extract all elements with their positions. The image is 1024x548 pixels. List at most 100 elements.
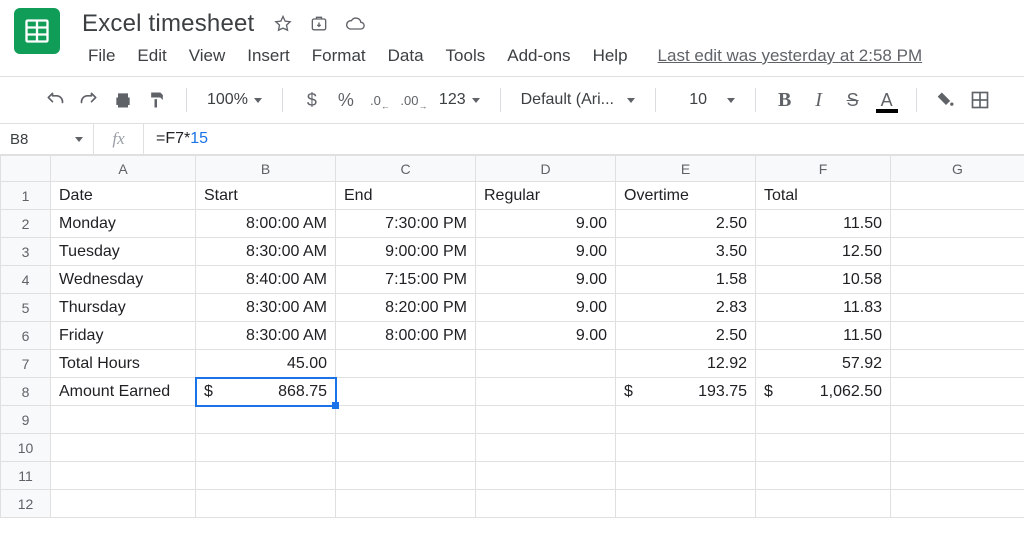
menu-file[interactable]: File	[78, 42, 125, 70]
row-header-8[interactable]: 8	[1, 378, 51, 406]
cell-C1[interactable]: End	[336, 182, 476, 210]
row-header-11[interactable]: 11	[1, 462, 51, 490]
cell-G1[interactable]	[891, 182, 1024, 210]
cell-A9[interactable]	[51, 406, 196, 434]
italic-button[interactable]: I	[804, 85, 834, 115]
row-header-6[interactable]: 6	[1, 322, 51, 350]
cell-C8[interactable]	[336, 378, 476, 406]
column-header-D[interactable]: D	[476, 156, 616, 182]
cell-F5[interactable]: 11.83	[756, 294, 891, 322]
paint-format-icon[interactable]	[142, 85, 172, 115]
undo-icon[interactable]	[40, 85, 70, 115]
cell-D5[interactable]: 9.00	[476, 294, 616, 322]
row-header-12[interactable]: 12	[1, 490, 51, 518]
cell-G7[interactable]	[891, 350, 1024, 378]
more-formats-button[interactable]: 123	[433, 87, 486, 113]
cell-G9[interactable]	[891, 406, 1024, 434]
cell-A6[interactable]: Friday	[51, 322, 196, 350]
cell-B2[interactable]: 8:00:00 AM	[196, 210, 336, 238]
cell-E5[interactable]: 2.83	[616, 294, 756, 322]
percent-button[interactable]: %	[331, 85, 361, 115]
menu-edit[interactable]: Edit	[127, 42, 176, 70]
cell-E4[interactable]: 1.58	[616, 266, 756, 294]
row-header-3[interactable]: 3	[1, 238, 51, 266]
spreadsheet-grid[interactable]: ABCDEFG 1DateStartEndRegularOvertimeTota…	[0, 155, 1024, 518]
cell-E11[interactable]	[616, 462, 756, 490]
cell-D8[interactable]	[476, 378, 616, 406]
select-all-corner[interactable]	[1, 156, 51, 182]
cell-G12[interactable]	[891, 490, 1024, 518]
cell-B8[interactable]: $868.75	[196, 378, 336, 406]
cell-B4[interactable]: 8:40:00 AM	[196, 266, 336, 294]
decrease-decimal-button[interactable]: .0←	[365, 85, 395, 115]
cell-B12[interactable]	[196, 490, 336, 518]
cell-B10[interactable]	[196, 434, 336, 462]
cell-E1[interactable]: Overtime	[616, 182, 756, 210]
cell-G2[interactable]	[891, 210, 1024, 238]
borders-button[interactable]	[965, 85, 995, 115]
menu-view[interactable]: View	[179, 42, 236, 70]
column-header-A[interactable]: A	[51, 156, 196, 182]
cell-F6[interactable]: 11.50	[756, 322, 891, 350]
cell-D9[interactable]	[476, 406, 616, 434]
cell-D3[interactable]: 9.00	[476, 238, 616, 266]
cell-F3[interactable]: 12.50	[756, 238, 891, 266]
cell-E7[interactable]: 12.92	[616, 350, 756, 378]
cell-F8[interactable]: $1,062.50	[756, 378, 891, 406]
cell-C6[interactable]: 8:00:00 PM	[336, 322, 476, 350]
move-icon[interactable]	[308, 13, 330, 35]
cell-B5[interactable]: 8:30:00 AM	[196, 294, 336, 322]
cell-E9[interactable]	[616, 406, 756, 434]
font-size-select[interactable]: 10	[670, 87, 741, 113]
cell-G6[interactable]	[891, 322, 1024, 350]
cell-G10[interactable]	[891, 434, 1024, 462]
menu-tools[interactable]: Tools	[436, 42, 496, 70]
cell-C2[interactable]: 7:30:00 PM	[336, 210, 476, 238]
bold-button[interactable]: B	[770, 85, 800, 115]
sheets-logo-icon[interactable]	[14, 8, 60, 54]
row-header-5[interactable]: 5	[1, 294, 51, 322]
menu-data[interactable]: Data	[378, 42, 434, 70]
cell-A7[interactable]: Total Hours	[51, 350, 196, 378]
cell-C7[interactable]	[336, 350, 476, 378]
column-header-G[interactable]: G	[891, 156, 1024, 182]
cell-B9[interactable]	[196, 406, 336, 434]
cell-D11[interactable]	[476, 462, 616, 490]
cell-E3[interactable]: 3.50	[616, 238, 756, 266]
cell-G5[interactable]	[891, 294, 1024, 322]
cell-B11[interactable]	[196, 462, 336, 490]
cell-G11[interactable]	[891, 462, 1024, 490]
cell-B6[interactable]: 8:30:00 AM	[196, 322, 336, 350]
cell-B3[interactable]: 8:30:00 AM	[196, 238, 336, 266]
cell-A8[interactable]: Amount Earned	[51, 378, 196, 406]
strikethrough-button[interactable]: S	[838, 85, 868, 115]
row-header-1[interactable]: 1	[1, 182, 51, 210]
cell-F7[interactable]: 57.92	[756, 350, 891, 378]
cell-C3[interactable]: 9:00:00 PM	[336, 238, 476, 266]
cell-A10[interactable]	[51, 434, 196, 462]
column-header-C[interactable]: C	[336, 156, 476, 182]
cell-B7[interactable]: 45.00	[196, 350, 336, 378]
column-header-B[interactable]: B	[196, 156, 336, 182]
cell-G4[interactable]	[891, 266, 1024, 294]
cell-A11[interactable]	[51, 462, 196, 490]
row-header-7[interactable]: 7	[1, 350, 51, 378]
cell-A4[interactable]: Wednesday	[51, 266, 196, 294]
formula-input[interactable]: =F7*15	[144, 130, 1024, 148]
text-color-button[interactable]: A	[872, 85, 902, 115]
cell-C10[interactable]	[336, 434, 476, 462]
redo-icon[interactable]	[74, 85, 104, 115]
cell-E6[interactable]: 2.50	[616, 322, 756, 350]
cell-B1[interactable]: Start	[196, 182, 336, 210]
cloud-status-icon[interactable]	[344, 13, 366, 35]
cell-C9[interactable]	[336, 406, 476, 434]
cell-E8[interactable]: $193.75	[616, 378, 756, 406]
menu-format[interactable]: Format	[302, 42, 376, 70]
cell-A3[interactable]: Tuesday	[51, 238, 196, 266]
cell-D1[interactable]: Regular	[476, 182, 616, 210]
cell-D10[interactable]	[476, 434, 616, 462]
fill-color-button[interactable]	[931, 85, 961, 115]
cell-E10[interactable]	[616, 434, 756, 462]
print-icon[interactable]	[108, 85, 138, 115]
cell-D4[interactable]: 9.00	[476, 266, 616, 294]
